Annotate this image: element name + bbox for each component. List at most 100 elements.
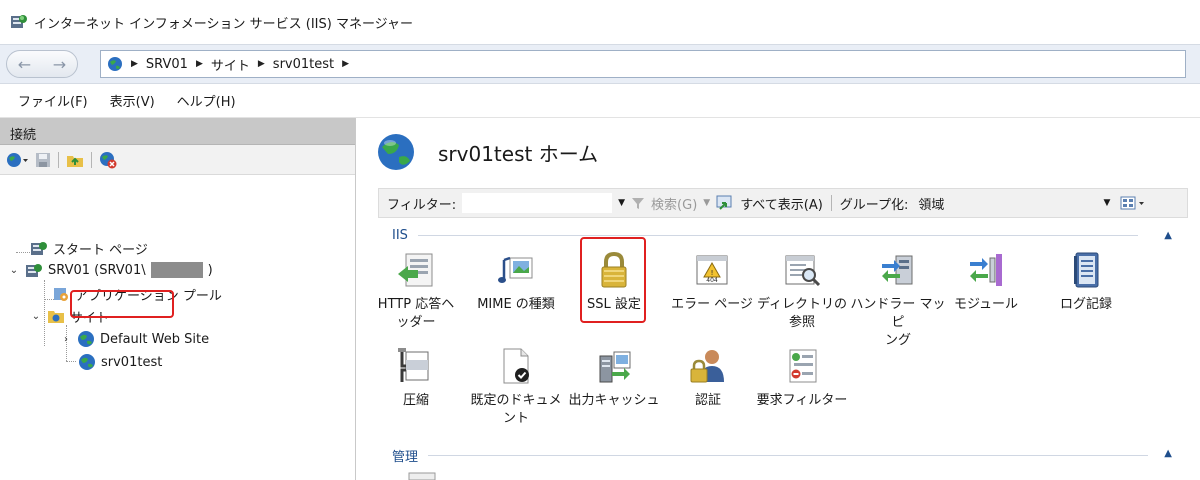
feature-label: 出力キャッシュ (568, 393, 660, 408)
save-icon[interactable] (35, 152, 51, 168)
breadcrumb-separator-icon: ▶ (195, 59, 203, 69)
feature-label: 既定のドキュメ (470, 393, 562, 408)
toolbar-divider (58, 151, 59, 168)
request-filtering-icon (782, 346, 822, 386)
redacted-block (150, 262, 203, 278)
tree-item-label: スタート ページ (53, 242, 148, 258)
section-title: IIS (392, 228, 408, 243)
collapse-chevron-icon[interactable]: ▲ (1164, 448, 1172, 459)
search-dropdown-icon[interactable]: ▼ (703, 198, 710, 208)
breadcrumb-separator-icon: ▶ (131, 59, 138, 69)
breadcrumb-item-sites[interactable]: サイト (211, 55, 250, 74)
mime-types-icon (496, 250, 536, 290)
tree-item-label: SRV01 (SRV01\ (48, 262, 146, 278)
connect-globe-icon[interactable] (6, 151, 30, 169)
section-divider (428, 455, 1149, 456)
feature-mime-types[interactable]: MIME の種類 (468, 250, 564, 314)
feature-label: エラー ページ (671, 297, 753, 312)
authentication-icon (688, 346, 728, 386)
filter-dropdown-icon[interactable]: ▼ (618, 198, 625, 208)
section-title: 管理 (392, 450, 419, 465)
tree-item-srv01test[interactable]: srv01test (78, 351, 162, 373)
handler-mappings-icon (878, 250, 918, 290)
feature-logging[interactable]: ログ記録 (1038, 250, 1134, 314)
feature-authentication[interactable]: 認証 (660, 346, 756, 410)
sites-folder-icon (47, 308, 65, 324)
chevron-down-icon[interactable]: ⌄ (8, 265, 20, 276)
address-bar: ← → ▶ SRV01 ▶ サイト ▶ srv01test ▶ (0, 44, 1200, 84)
filter-bar: フィルター: ▼ 検索(G) ▼ すべて表示(A) グループ化: 領域 ▼ (378, 188, 1188, 218)
feature-label-line2: 参照 (788, 315, 815, 330)
globe-icon (77, 330, 95, 348)
feature-compression[interactable]: 圧縮 (368, 346, 464, 410)
globe-icon (78, 353, 96, 371)
features-pane: srv01test ホーム フィルター: ▼ 検索(G) ▼ すべて表示(A) … (362, 118, 1200, 480)
tree-item-server[interactable]: ⌄ SRV01 (SRV01\ ) (8, 259, 213, 281)
menu-help[interactable]: ヘルプ(H) (177, 91, 236, 110)
feature-label-line2: ング (884, 333, 911, 348)
http-response-headers-icon (396, 250, 436, 290)
view-mode-icon[interactable] (1120, 196, 1146, 210)
up-folder-icon[interactable] (66, 152, 84, 168)
breadcrumb-item-site[interactable]: srv01test (273, 57, 334, 72)
window-title: インターネット インフォメーション サービス (IIS) マネージャー (34, 16, 414, 32)
menu-bar: ファイル(F) 表示(V) ヘルプ(H) (0, 84, 1200, 118)
chevron-right-icon[interactable]: › (60, 334, 72, 345)
feature-default-document[interactable]: 既定のドキュメ ント (468, 346, 564, 428)
breadcrumb-separator-icon: ▶ (342, 59, 350, 69)
show-all-button[interactable]: すべて表示(A) (740, 194, 823, 213)
section-header-iis[interactable]: IIS (392, 228, 1138, 243)
feature-label-line2: ッダー (396, 315, 436, 330)
chevron-down-icon[interactable]: ⌄ (30, 311, 42, 322)
breadcrumb-item-server[interactable]: SRV01 (146, 57, 188, 72)
svg-text:!: ! (711, 269, 714, 277)
collapse-chevron-icon[interactable]: ▲ (1164, 230, 1172, 241)
connections-tree: スタート ページ ⌄ SRV01 (SRV01\ ) アプリケーション プール … (0, 175, 355, 370)
feature-label: 圧縮 (402, 393, 429, 408)
feature-label: モジュール (953, 297, 1019, 312)
feature-label: MIME の種類 (477, 297, 555, 312)
toolbar-divider (830, 195, 832, 211)
forward-arrow-icon[interactable]: → (53, 55, 66, 74)
breadcrumb[interactable]: ▶ SRV01 ▶ サイト ▶ srv01test ▶ (100, 50, 1186, 78)
tree-item-label-suffix: ) (207, 262, 213, 278)
tree-line (66, 361, 76, 362)
feature-http-response-headers[interactable]: HTTP 応答ヘ ッダー (368, 250, 464, 332)
page-title-text: srv01test ホーム (438, 141, 599, 166)
directory-browsing-icon (782, 250, 822, 290)
show-all-icon (716, 195, 734, 211)
search-button[interactable]: 検索(G) (651, 194, 697, 213)
output-caching-icon (594, 346, 634, 386)
iis-manager-icon (10, 13, 28, 31)
feature-modules[interactable]: モジュール (938, 250, 1034, 314)
breadcrumb-separator-icon: ▶ (257, 59, 265, 69)
globe-icon (107, 56, 123, 72)
menu-view[interactable]: 表示(V) (110, 91, 155, 110)
tree-line (16, 252, 30, 253)
default-document-icon (496, 346, 536, 386)
feature-label: ディレクトリの (756, 297, 848, 312)
connections-header: 接続 (0, 118, 355, 145)
filter-input[interactable] (462, 193, 613, 213)
tree-item-start-page[interactable]: スタート ページ (30, 237, 148, 259)
feature-directory-browsing[interactable]: ディレクトリの 参照 (754, 250, 850, 332)
feature-handler-mappings[interactable]: ハンドラー マッピ ング (850, 250, 946, 350)
logging-icon (1066, 250, 1106, 290)
start-page-icon (30, 240, 48, 256)
section-header-management[interactable]: 管理 (392, 446, 1149, 465)
feature-request-filtering[interactable]: 要求フィルター (754, 346, 850, 410)
feature-label-line2: ント (502, 411, 529, 426)
back-arrow-icon[interactable]: ← (18, 55, 31, 74)
feature-output-caching[interactable]: 出力キャッシュ (566, 346, 662, 410)
connections-toolbar (0, 145, 355, 175)
disconnect-globe-icon[interactable] (99, 151, 117, 169)
tree-item-label: Default Web Site (100, 331, 210, 347)
tree-item-default-web-site[interactable]: › Default Web Site (60, 328, 209, 350)
tree-item-label: srv01test (101, 354, 163, 370)
feature-label: 認証 (694, 393, 721, 408)
group-by-select[interactable]: 領域 ▼ (914, 192, 1114, 214)
connections-pane: 接続 スタート ページ ⌄ SRV01 (SRV01\) アプリケーション プ… (0, 118, 356, 480)
feature-error-pages[interactable]: ! 404 エラー ページ (664, 250, 760, 314)
menu-file[interactable]: ファイル(F) (18, 91, 88, 110)
toolbar-divider (91, 151, 92, 168)
